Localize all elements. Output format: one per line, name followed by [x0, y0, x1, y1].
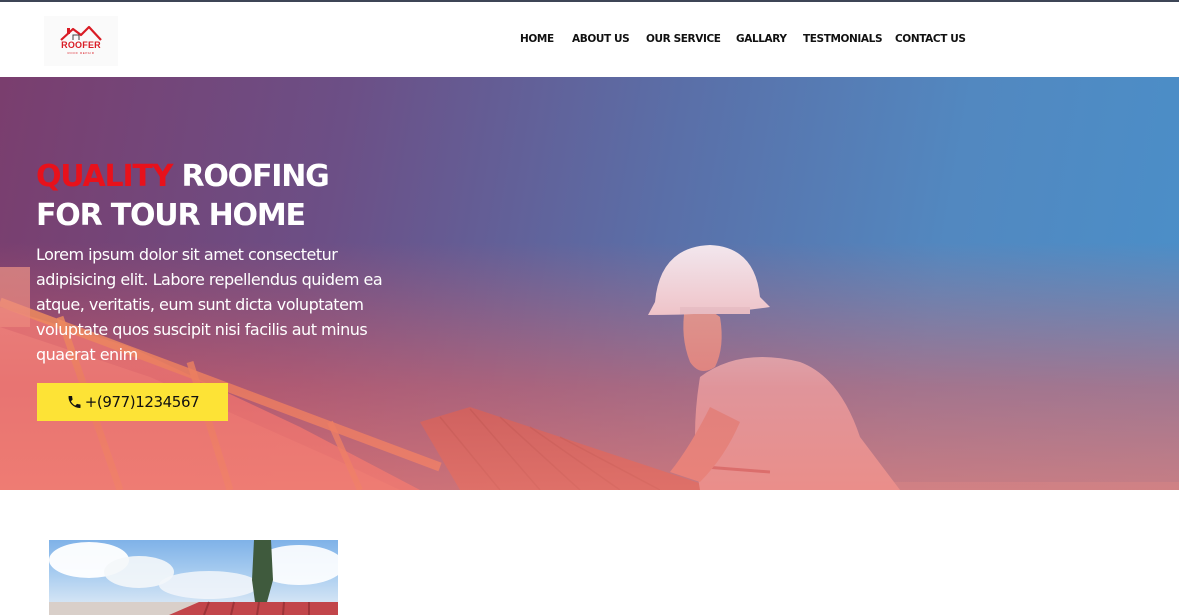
nav-contact-us[interactable]: CONTACT US	[895, 33, 966, 45]
logo-text: ROOFER	[61, 40, 101, 50]
nav-about-us[interactable]: ABOUT US	[572, 33, 630, 45]
phone-icon	[68, 396, 81, 408]
about-image	[49, 540, 338, 615]
hero-title-rest: ROOFING	[172, 159, 329, 194]
hero-description: Lorem ipsum dolor sit amet consectetur a…	[36, 245, 383, 364]
hero-title-line2: FOR TOUR HOME	[36, 198, 306, 233]
logo[interactable]: ROOFER ROOF REPAIR	[44, 16, 118, 66]
hero-banner: QUALITY ROOFING FOR TOUR HOME Lorem ipsu…	[0, 77, 1179, 490]
hero-title: QUALITY ROOFING FOR TOUR HOME	[36, 157, 456, 235]
logo-subtext: ROOF REPAIR	[67, 51, 95, 55]
navbar: ROOFER ROOF REPAIR HOME ABOUT US OUR SER…	[0, 2, 1179, 77]
phone-number: +(977)1234567	[84, 393, 200, 411]
nav-home[interactable]: HOME	[520, 33, 554, 45]
roof-worker-photo	[49, 540, 338, 615]
nav-testmonials[interactable]: TESTMONIALS	[803, 33, 883, 45]
call-button[interactable]: +(977)1234567	[37, 383, 228, 421]
nav-gallary[interactable]: GALLARY	[736, 33, 787, 45]
nav-our-service[interactable]: OUR SERVICE	[646, 33, 721, 45]
hero-title-accent: QUALITY	[36, 159, 173, 194]
